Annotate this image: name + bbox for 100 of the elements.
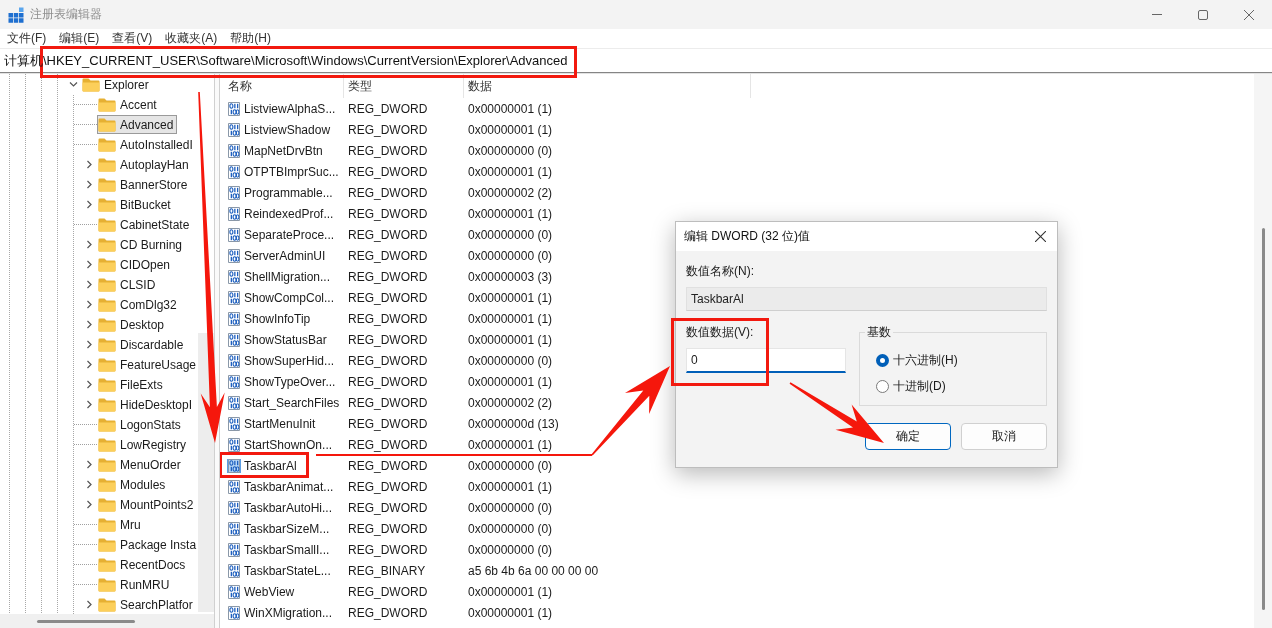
column-header[interactable]: 名称	[220, 74, 344, 98]
chevron-icon[interactable]	[84, 400, 94, 409]
tree-item[interactable]: Desktop	[97, 315, 169, 334]
value-name[interactable]: Programmable...	[244, 185, 333, 200]
tree-item[interactable]: Accent	[97, 95, 161, 114]
chevron-icon[interactable]	[84, 180, 94, 189]
tree-item[interactable]: CIDOpen	[97, 255, 175, 274]
tree-item[interactable]: FeatureUsage	[97, 355, 198, 374]
tree-item[interactable]: AutoplayHan	[97, 155, 193, 174]
chevron-icon[interactable]	[84, 260, 94, 269]
dialog-button[interactable]: 取消	[961, 423, 1047, 450]
value-name[interactable]: TaskbarAnimat...	[244, 479, 334, 494]
column-header[interactable]: 数据	[464, 74, 751, 98]
value-name[interactable]: ShowInfoTip	[244, 311, 311, 326]
chevron-icon[interactable]	[84, 600, 94, 609]
radio-button[interactable]	[876, 353, 889, 367]
tree-item[interactable]: Explorer	[81, 75, 153, 94]
radio-label[interactable]: 十进制(D)	[893, 377, 946, 395]
value-name[interactable]: ShowStatusBar	[244, 332, 327, 347]
value-name[interactable]: OTPTBImprSuc...	[244, 164, 339, 179]
value-name[interactable]: ServerAdminUI	[244, 248, 326, 263]
value-type: REG_DWORD	[348, 416, 428, 431]
chevron-icon[interactable]	[84, 380, 94, 389]
chevron-icon[interactable]	[84, 200, 94, 209]
tree-item[interactable]: ComDlg32	[97, 295, 181, 314]
chevron-icon[interactable]	[84, 340, 94, 349]
value-name[interactable]: TaskbarAutoHi...	[244, 500, 333, 515]
tree-item[interactable]: BitBucket	[97, 195, 175, 214]
tree-item[interactable]: AutoInstalledI	[97, 135, 197, 154]
close-icon	[1244, 9, 1254, 20]
value-name[interactable]: ShowSuperHid...	[244, 353, 335, 368]
value-name[interactable]: StartMenuInit	[244, 416, 316, 431]
scrollbar-thumb[interactable]	[37, 619, 135, 623]
value-name[interactable]: TaskbarAl	[244, 458, 297, 473]
folder-icon	[98, 537, 116, 552]
value-data: 0x0000000d (13)	[468, 416, 559, 431]
folder-icon	[98, 197, 116, 212]
value-name[interactable]: ReindexedProf...	[244, 206, 334, 221]
value-name[interactable]: TaskbarSizeM...	[244, 521, 330, 536]
tree-item[interactable]: LowRegistry	[97, 435, 191, 454]
chevron-icon[interactable]	[84, 360, 94, 369]
vertical-scrollbar[interactable]	[1254, 74, 1272, 628]
tree-item[interactable]: Package Insta	[97, 535, 198, 554]
value-data: 0x00000001 (1)	[468, 122, 553, 137]
value-name[interactable]: ListviewAlphaS...	[244, 101, 336, 116]
column-header[interactable]: 类型	[344, 74, 464, 98]
menu-item[interactable]: 收藏夹(A)	[165, 31, 218, 46]
value-name[interactable]: ShellMigration...	[244, 269, 331, 284]
value-name[interactable]: ListviewShadow	[244, 122, 331, 137]
scrollbar-thumb[interactable]	[1261, 228, 1265, 610]
tree-item[interactable]: Mru	[97, 515, 145, 534]
value-name-field: TaskbarAl	[686, 287, 1047, 311]
tree-item[interactable]: CabinetState	[97, 215, 194, 234]
menu-item[interactable]: 查看(V)	[112, 31, 153, 46]
chevron-icon[interactable]	[68, 80, 78, 89]
radio-button[interactable]	[876, 379, 889, 393]
app-icon	[8, 6, 24, 23]
tree-item[interactable]: HideDesktopI	[97, 395, 197, 414]
radio-label[interactable]: 十六进制(H)	[893, 351, 958, 369]
folder-icon	[82, 77, 100, 92]
dialog-button[interactable]: 确定	[865, 423, 951, 450]
chevron-icon[interactable]	[84, 240, 94, 249]
value-type: REG_DWORD	[348, 164, 428, 179]
chevron-icon[interactable]	[84, 480, 94, 489]
chevron-icon[interactable]	[84, 300, 94, 309]
value-name[interactable]: TaskbarSmallI...	[244, 542, 330, 557]
tree-item[interactable]: LogonStats	[97, 415, 185, 434]
tree-item[interactable]: Modules	[97, 475, 170, 494]
value-type: REG_DWORD	[348, 479, 428, 494]
menu-item[interactable]: 帮助(H)	[230, 31, 271, 46]
value-name[interactable]: TaskbarStateL...	[244, 563, 331, 578]
chevron-icon[interactable]	[84, 500, 94, 509]
value-data-field[interactable]: 0	[686, 348, 846, 373]
tree-item[interactable]: SearchPlatfor	[97, 595, 197, 614]
chevron-icon[interactable]	[84, 320, 94, 329]
tree-item[interactable]: CD Burning	[97, 235, 187, 254]
tree-item[interactable]: FileExts	[97, 375, 167, 394]
value-name[interactable]: MapNetDrvBtn	[244, 143, 323, 158]
menu-item[interactable]: 文件(F)	[7, 31, 47, 46]
tree-item[interactable]: RecentDocs	[97, 555, 190, 574]
value-name[interactable]: WinXMigration...	[244, 605, 333, 620]
horizontal-scrollbar[interactable]	[0, 614, 214, 628]
tree-item[interactable]: MountPoints2	[97, 495, 198, 514]
value-name[interactable]: ShowCompCol...	[244, 290, 335, 305]
menu-item[interactable]: 编辑(E)	[59, 31, 100, 46]
tree-item[interactable]: Advanced	[97, 115, 178, 134]
value-name[interactable]: StartShownOn...	[244, 437, 333, 452]
tree-item[interactable]: RunMRU	[97, 575, 174, 594]
folder-icon	[98, 417, 116, 432]
value-name[interactable]: Start_SearchFiles	[244, 395, 340, 410]
tree-item[interactable]: BannerStore	[97, 175, 192, 194]
chevron-icon[interactable]	[84, 160, 94, 169]
chevron-icon[interactable]	[84, 280, 94, 289]
value-name[interactable]: ShowTypeOver...	[244, 374, 336, 389]
chevron-icon[interactable]	[84, 460, 94, 469]
value-name[interactable]: WebView	[244, 584, 295, 599]
value-name[interactable]: SeparateProce...	[244, 227, 335, 242]
tree-item[interactable]: MenuOrder	[97, 455, 185, 474]
tree-item[interactable]: CLSID	[97, 275, 160, 294]
tree-item[interactable]: Discardable	[97, 335, 188, 354]
